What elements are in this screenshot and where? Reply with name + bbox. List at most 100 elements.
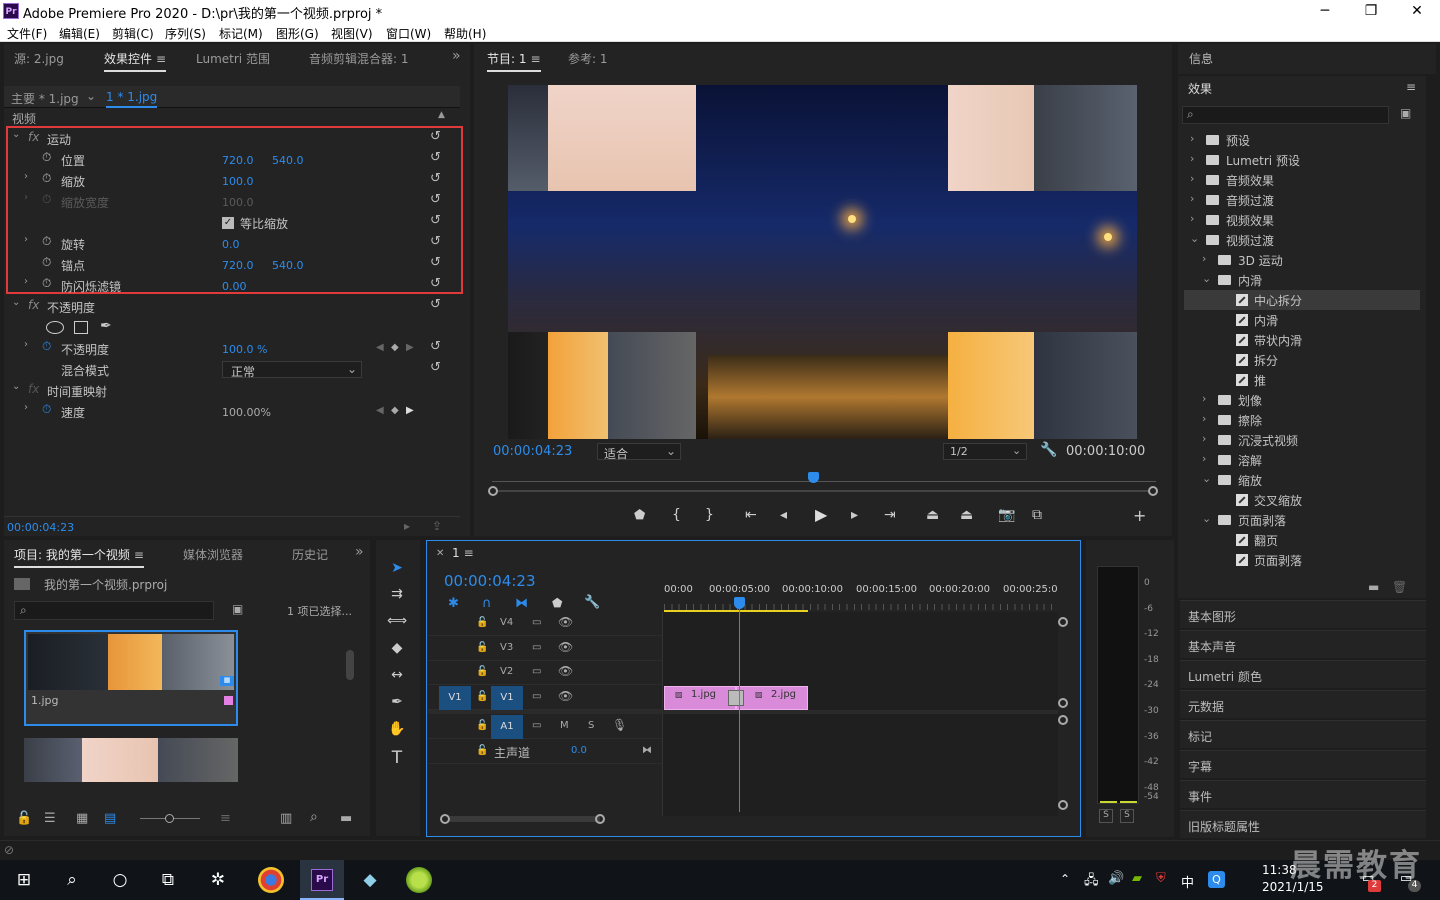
icon-view-icon[interactable]: ▦ bbox=[76, 811, 88, 826]
tab-lumetri-scopes[interactable]: Lumetri 范围 bbox=[196, 50, 270, 67]
next-keyframe-icon[interactable]: ▶ bbox=[406, 342, 414, 353]
new-bin-icon[interactable]: ▬ bbox=[340, 811, 352, 826]
expand-right-icon[interactable]: › bbox=[24, 171, 28, 182]
tab-history[interactable]: 历史记 bbox=[292, 546, 328, 563]
effects-folder[interactable]: ⌄ 视频过渡 bbox=[1184, 230, 1420, 250]
add-marker-icon[interactable]: ⬟ bbox=[552, 596, 562, 610]
panel-metadata[interactable]: 元数据 bbox=[1180, 690, 1426, 718]
add-marker-icon[interactable]: ⬟ bbox=[634, 508, 645, 523]
effects-folder[interactable]: › 音频过渡 bbox=[1184, 190, 1420, 210]
chevron-right-icon[interactable]: › bbox=[1202, 452, 1206, 465]
list-view-icon[interactable]: ☰ bbox=[44, 811, 56, 826]
extract-icon[interactable]: ⏏ bbox=[960, 507, 973, 523]
solo-button[interactable]: S bbox=[588, 720, 594, 731]
expand-right-icon[interactable]: › bbox=[24, 402, 28, 413]
network-icon[interactable]: 🖧 bbox=[1084, 871, 1099, 893]
timeline-clip[interactable]: ▨ 1.jpg bbox=[664, 686, 736, 710]
reset-icon[interactable]: ↺ bbox=[430, 150, 441, 165]
tab-source[interactable]: 源: 2.jpg bbox=[14, 50, 64, 67]
effects-folder[interactable]: › 沉浸式视频 bbox=[1184, 430, 1420, 450]
timeline-playhead-line[interactable] bbox=[739, 608, 740, 812]
step-back-icon[interactable]: ◂ bbox=[780, 507, 787, 523]
zoom-handle-left[interactable] bbox=[488, 486, 498, 496]
v-scroll-handle[interactable] bbox=[1058, 698, 1068, 708]
next-keyframe-icon[interactable]: ▶ bbox=[406, 405, 414, 416]
effects-folder[interactable]: › 划像 bbox=[1184, 390, 1420, 410]
project-search-input[interactable]: ⌕ bbox=[14, 601, 214, 620]
resolution-dropdown[interactable]: 1/2 ⌄ bbox=[943, 443, 1027, 460]
go-to-end-icon[interactable]: ⧓ bbox=[642, 745, 652, 756]
menu-window[interactable]: 窗口(W) bbox=[386, 25, 431, 42]
eye-icon[interactable]: 👁 bbox=[558, 615, 573, 629]
tab-project[interactable]: 项目: 我的第一个视频 ≡ bbox=[14, 546, 144, 568]
sequence-tab[interactable]: 1 ≡ bbox=[452, 546, 474, 560]
track-name[interactable]: A1 bbox=[491, 715, 523, 739]
mute-button[interactable]: M bbox=[560, 720, 569, 731]
chevron-right-icon[interactable]: › bbox=[1202, 432, 1206, 445]
anchor-x-value[interactable]: 720.0 bbox=[222, 259, 254, 272]
opacity-group-row[interactable]: ⌄ fx 不透明度 ↺ bbox=[8, 297, 448, 318]
ime-indicator[interactable]: 中 bbox=[1181, 872, 1194, 891]
effects-preset[interactable]: 中心拆分 bbox=[1184, 290, 1420, 310]
source-patch-v1[interactable]: V1 bbox=[439, 686, 471, 710]
h-zoom-handle-right[interactable] bbox=[595, 814, 605, 824]
stopwatch-active-icon[interactable]: ⏱ bbox=[42, 402, 51, 417]
menu-file[interactable]: 文件(F) bbox=[7, 25, 47, 42]
add-keyframe-icon[interactable]: ◆ bbox=[391, 405, 399, 416]
app-pinwheel-icon[interactable]: ✲ bbox=[204, 866, 232, 894]
effects-folder[interactable]: ⌄ 页面剥落 bbox=[1184, 510, 1420, 530]
info-tab[interactable]: 信息 bbox=[1189, 50, 1213, 67]
panel-menu-icon[interactable]: ≡ bbox=[134, 548, 144, 562]
stopwatch-icon[interactable]: ⏱ bbox=[42, 171, 51, 186]
effects-preset[interactable]: 翻页 bbox=[1184, 530, 1420, 550]
ripple-edit-tool-icon[interactable]: ⟺ bbox=[386, 613, 408, 635]
chevron-down-icon[interactable]: ⌄ bbox=[1202, 272, 1211, 285]
panel-essential-graphics[interactable]: 基本图形 bbox=[1180, 600, 1426, 628]
tab-reference[interactable]: 参考: 1 bbox=[568, 50, 608, 67]
menu-graphics[interactable]: 图形(G) bbox=[276, 25, 319, 42]
clip-thumbnail-2[interactable] bbox=[24, 738, 238, 782]
menu-clip[interactable]: 剪辑(C) bbox=[112, 25, 154, 42]
zoom-slider-handle[interactable] bbox=[165, 814, 174, 823]
find-icon[interactable]: ⌕ bbox=[310, 809, 318, 825]
solo-right-button[interactable]: S bbox=[1120, 809, 1134, 823]
panel-menu-icon[interactable]: ≡ bbox=[1406, 80, 1416, 94]
scale-value[interactable]: 100.0 bbox=[222, 175, 254, 188]
app-green-icon[interactable] bbox=[406, 867, 432, 893]
chevron-right-icon[interactable]: › bbox=[1190, 152, 1194, 165]
close-button[interactable]: ✕ bbox=[1394, 0, 1440, 22]
chevron-right-icon[interactable]: › bbox=[1190, 132, 1194, 145]
cortana-icon[interactable]: ○ bbox=[106, 866, 134, 894]
h-scrollbar[interactable] bbox=[450, 816, 600, 822]
timeline-clip[interactable]: ▨ 2.jpg bbox=[736, 686, 808, 710]
panel-captions[interactable]: 字幕 bbox=[1180, 750, 1426, 778]
a-scroll-handle[interactable] bbox=[1058, 715, 1068, 725]
speed-value[interactable]: 100.00% bbox=[222, 406, 271, 419]
effects-preset[interactable]: 推 bbox=[1184, 370, 1420, 390]
app-blue-icon[interactable]: ◆ bbox=[356, 866, 384, 894]
chevron-right-icon[interactable]: › bbox=[1202, 252, 1206, 265]
effects-preset[interactable]: 拆分 bbox=[1184, 350, 1420, 370]
reset-icon[interactable]: ↺ bbox=[430, 171, 441, 186]
reset-icon[interactable]: ↺ bbox=[430, 192, 441, 207]
ellipse-mask-icon[interactable] bbox=[46, 321, 64, 334]
filter-icon[interactable]: ▸ bbox=[404, 519, 410, 533]
h-zoom-handle-left[interactable] bbox=[440, 814, 450, 824]
search-icon[interactable]: ⌕ bbox=[58, 866, 86, 894]
sync-lock-icon[interactable]: ▭ bbox=[532, 666, 541, 677]
effects-folder[interactable]: › 3D 运动 bbox=[1184, 250, 1420, 270]
lock-icon[interactable]: 🔓 bbox=[476, 691, 488, 702]
master-volume[interactable]: 0.0 bbox=[571, 745, 587, 756]
effects-folder[interactable]: › 擦除 bbox=[1184, 410, 1420, 430]
pen-tool-icon[interactable]: ✒ bbox=[386, 694, 408, 716]
rotation-value[interactable]: 0.0 bbox=[222, 238, 240, 251]
tab-audio-clip-mixer[interactable]: 音频剪辑混合器: 1 bbox=[309, 50, 409, 67]
effects-folder[interactable]: › 溶解 bbox=[1184, 450, 1420, 470]
eye-icon[interactable]: 👁 bbox=[558, 640, 573, 654]
volume-icon[interactable]: 🔊 bbox=[1108, 871, 1124, 886]
program-ruler[interactable] bbox=[492, 472, 1156, 482]
restore-button[interactable]: ❐ bbox=[1348, 0, 1394, 22]
track-name[interactable]: V1 bbox=[491, 686, 523, 710]
type-tool-icon[interactable]: T bbox=[386, 748, 408, 770]
tray-chevron-up-icon[interactable]: ⌃ bbox=[1060, 872, 1070, 886]
